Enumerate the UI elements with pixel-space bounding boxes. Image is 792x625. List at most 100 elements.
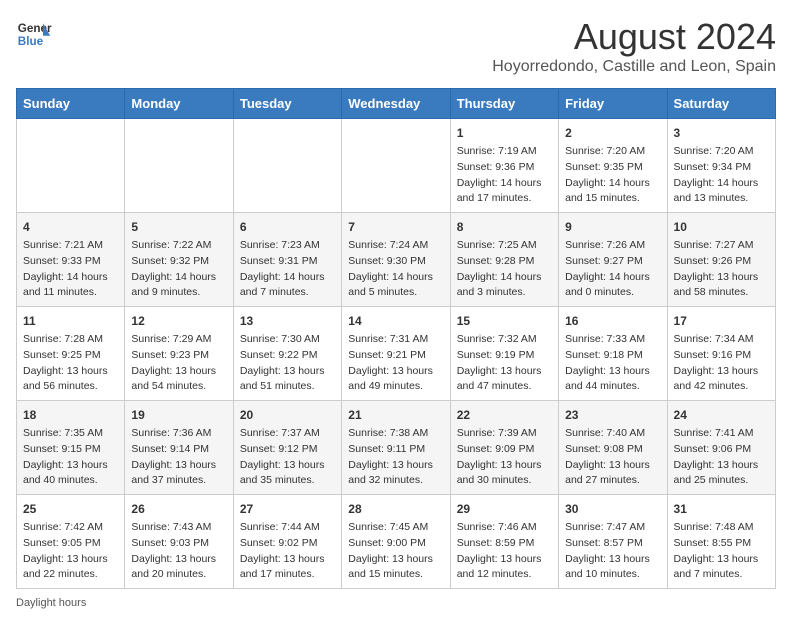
calendar-cell: 3 Sunrise: 7:20 AM Sunset: 9:34 PM Daylig… xyxy=(667,119,775,213)
day-number: 28 xyxy=(348,500,443,518)
day-info: Sunrise: 7:19 AM Sunset: 9:36 PM Dayligh… xyxy=(457,144,552,207)
day-info: Sunrise: 7:44 AM Sunset: 9:02 PM Dayligh… xyxy=(240,520,335,583)
day-info: Sunrise: 7:28 AM Sunset: 9:25 PM Dayligh… xyxy=(23,332,118,395)
day-info: Sunrise: 7:20 AM Sunset: 9:34 PM Dayligh… xyxy=(674,144,769,207)
calendar-header-row: SundayMondayTuesdayWednesdayThursdayFrid… xyxy=(17,89,776,119)
day-info: Sunrise: 7:34 AM Sunset: 9:16 PM Dayligh… xyxy=(674,332,769,395)
calendar-cell: 5Sunrise: 7:22 AM Sunset: 9:32 PM Daylig… xyxy=(125,213,233,307)
day-info: Sunrise: 7:33 AM Sunset: 9:18 PM Dayligh… xyxy=(565,332,660,395)
day-info: Sunrise: 7:47 AM Sunset: 8:57 PM Dayligh… xyxy=(565,520,660,583)
day-number: 21 xyxy=(348,406,443,424)
calendar-cell: 18 Sunrise: 7:35 AM Sunset: 9:15 PM Dayli… xyxy=(17,401,125,495)
title-area: August 2024 Hoyorredondo, Castille and L… xyxy=(492,16,776,76)
calendar-cell: 6 Sunrise: 7:23 AM Sunset: 9:31 PM Daylig… xyxy=(233,213,341,307)
day-number: 31 xyxy=(674,500,769,518)
weekday-header: Thursday xyxy=(450,89,558,119)
day-info: Sunrise: 7:46 AM Sunset: 8:59 PM Dayligh… xyxy=(457,520,552,583)
day-number: 23 xyxy=(565,406,660,424)
calendar-cell: 26 Sunrise: 7:43 AM Sunset: 9:03 PM Dayli… xyxy=(125,495,233,589)
calendar-cell: 22Sunrise: 7:39 AM Sunset: 9:09 PM Dayli… xyxy=(450,401,558,495)
calendar-cell: 2Sunrise: 7:20 AM Sunset: 9:35 PM Daylig… xyxy=(559,119,667,213)
weekday-header: Wednesday xyxy=(342,89,450,119)
page-subtitle: Hoyorredondo, Castille and Leon, Spain xyxy=(492,58,776,76)
day-number: 13 xyxy=(240,312,335,330)
day-info: Sunrise: 7:35 AM Sunset: 9:15 PM Dayligh… xyxy=(23,426,118,489)
calendar-cell: 19 Sunrise: 7:36 AM Sunset: 9:14 PM Dayli… xyxy=(125,401,233,495)
calendar-cell: 27 Sunrise: 7:44 AM Sunset: 9:02 PM Dayli… xyxy=(233,495,341,589)
calendar-cell xyxy=(233,119,341,213)
weekday-header: Monday xyxy=(125,89,233,119)
calendar-week-row: 4Sunrise: 7:21 AM Sunset: 9:33 PM Daylig… xyxy=(17,213,776,307)
day-info: Sunrise: 7:42 AM Sunset: 9:05 PM Dayligh… xyxy=(23,520,118,583)
day-number: 26 xyxy=(131,500,226,518)
day-info: Sunrise: 7:38 AM Sunset: 9:11 PM Dayligh… xyxy=(348,426,443,489)
day-info: Sunrise: 7:24 AM Sunset: 9:30 PM Dayligh… xyxy=(348,238,443,301)
day-info: Sunrise: 7:29 AM Sunset: 9:23 PM Dayligh… xyxy=(131,332,226,395)
day-number: 19 xyxy=(131,406,226,424)
footer: Daylight hours xyxy=(16,597,776,609)
day-info: Sunrise: 7:36 AM Sunset: 9:14 PM Dayligh… xyxy=(131,426,226,489)
calendar-cell xyxy=(342,119,450,213)
day-info: Sunrise: 7:41 AM Sunset: 9:06 PM Dayligh… xyxy=(674,426,769,489)
day-info: Sunrise: 7:21 AM Sunset: 9:33 PM Dayligh… xyxy=(23,238,118,301)
weekday-header: Friday xyxy=(559,89,667,119)
weekday-header: Tuesday xyxy=(233,89,341,119)
day-number: 8 xyxy=(457,218,552,236)
daylight-label: Daylight hours xyxy=(16,597,86,609)
calendar-cell: 14Sunrise: 7:31 AM Sunset: 9:21 PM Dayli… xyxy=(342,307,450,401)
day-info: Sunrise: 7:43 AM Sunset: 9:03 PM Dayligh… xyxy=(131,520,226,583)
logo-icon: General Blue xyxy=(16,16,52,52)
calendar-cell: 24Sunrise: 7:41 AM Sunset: 9:06 PM Dayli… xyxy=(667,401,775,495)
day-number: 9 xyxy=(565,218,660,236)
day-info: Sunrise: 7:45 AM Sunset: 9:00 PM Dayligh… xyxy=(348,520,443,583)
calendar-week-row: 1 Sunrise: 7:19 AM Sunset: 9:36 PM Daylig… xyxy=(17,119,776,213)
calendar-cell xyxy=(125,119,233,213)
calendar-cell: 25 Sunrise: 7:42 AM Sunset: 9:05 PM Dayli… xyxy=(17,495,125,589)
day-number: 10 xyxy=(674,218,769,236)
calendar-cell: 17 Sunrise: 7:34 AM Sunset: 9:16 PM Dayli… xyxy=(667,307,775,401)
calendar-cell: 13Sunrise: 7:30 AM Sunset: 9:22 PM Dayli… xyxy=(233,307,341,401)
day-number: 30 xyxy=(565,500,660,518)
calendar-cell: 31Sunrise: 7:48 AM Sunset: 8:55 PM Dayli… xyxy=(667,495,775,589)
day-number: 12 xyxy=(131,312,226,330)
calendar-cell: 29 Sunrise: 7:46 AM Sunset: 8:59 PM Dayli… xyxy=(450,495,558,589)
weekday-header: Sunday xyxy=(17,89,125,119)
calendar-cell: 21 Sunrise: 7:38 AM Sunset: 9:11 PM Dayli… xyxy=(342,401,450,495)
day-number: 18 xyxy=(23,406,118,424)
day-number: 3 xyxy=(674,124,769,142)
day-number: 1 xyxy=(457,124,552,142)
svg-text:Blue: Blue xyxy=(18,35,44,48)
day-number: 5 xyxy=(131,218,226,236)
calendar-cell: 12 Sunrise: 7:29 AM Sunset: 9:23 PM Dayli… xyxy=(125,307,233,401)
day-info: Sunrise: 7:32 AM Sunset: 9:19 PM Dayligh… xyxy=(457,332,552,395)
day-number: 14 xyxy=(348,312,443,330)
day-info: Sunrise: 7:27 AM Sunset: 9:26 PM Dayligh… xyxy=(674,238,769,301)
calendar-cell: 30 Sunrise: 7:47 AM Sunset: 8:57 PM Dayli… xyxy=(559,495,667,589)
calendar-cell: 20 Sunrise: 7:37 AM Sunset: 9:12 PM Dayli… xyxy=(233,401,341,495)
calendar-cell: 1 Sunrise: 7:19 AM Sunset: 9:36 PM Daylig… xyxy=(450,119,558,213)
day-number: 29 xyxy=(457,500,552,518)
day-info: Sunrise: 7:37 AM Sunset: 9:12 PM Dayligh… xyxy=(240,426,335,489)
calendar-cell: 15 Sunrise: 7:32 AM Sunset: 9:19 PM Dayli… xyxy=(450,307,558,401)
day-number: 16 xyxy=(565,312,660,330)
day-number: 22 xyxy=(457,406,552,424)
calendar-cell: 4Sunrise: 7:21 AM Sunset: 9:33 PM Daylig… xyxy=(17,213,125,307)
logo: General Blue General Blue xyxy=(16,16,52,52)
day-number: 15 xyxy=(457,312,552,330)
calendar-cell: 28 Sunrise: 7:45 AM Sunset: 9:00 PM Dayli… xyxy=(342,495,450,589)
day-info: Sunrise: 7:26 AM Sunset: 9:27 PM Dayligh… xyxy=(565,238,660,301)
calendar-week-row: 25 Sunrise: 7:42 AM Sunset: 9:05 PM Dayli… xyxy=(17,495,776,589)
calendar-cell: 7Sunrise: 7:24 AM Sunset: 9:30 PM Daylig… xyxy=(342,213,450,307)
calendar-cell: 9 Sunrise: 7:26 AM Sunset: 9:27 PM Daylig… xyxy=(559,213,667,307)
header-area: General Blue General Blue August 2024 Ho… xyxy=(16,16,776,76)
calendar-cell: 11Sunrise: 7:28 AM Sunset: 9:25 PM Dayli… xyxy=(17,307,125,401)
day-info: Sunrise: 7:23 AM Sunset: 9:31 PM Dayligh… xyxy=(240,238,335,301)
day-number: 6 xyxy=(240,218,335,236)
day-number: 20 xyxy=(240,406,335,424)
day-number: 27 xyxy=(240,500,335,518)
calendar-week-row: 11Sunrise: 7:28 AM Sunset: 9:25 PM Dayli… xyxy=(17,307,776,401)
calendar-table: SundayMondayTuesdayWednesdayThursdayFrid… xyxy=(16,88,776,589)
day-number: 25 xyxy=(23,500,118,518)
day-number: 17 xyxy=(674,312,769,330)
calendar-cell: 23Sunrise: 7:40 AM Sunset: 9:08 PM Dayli… xyxy=(559,401,667,495)
